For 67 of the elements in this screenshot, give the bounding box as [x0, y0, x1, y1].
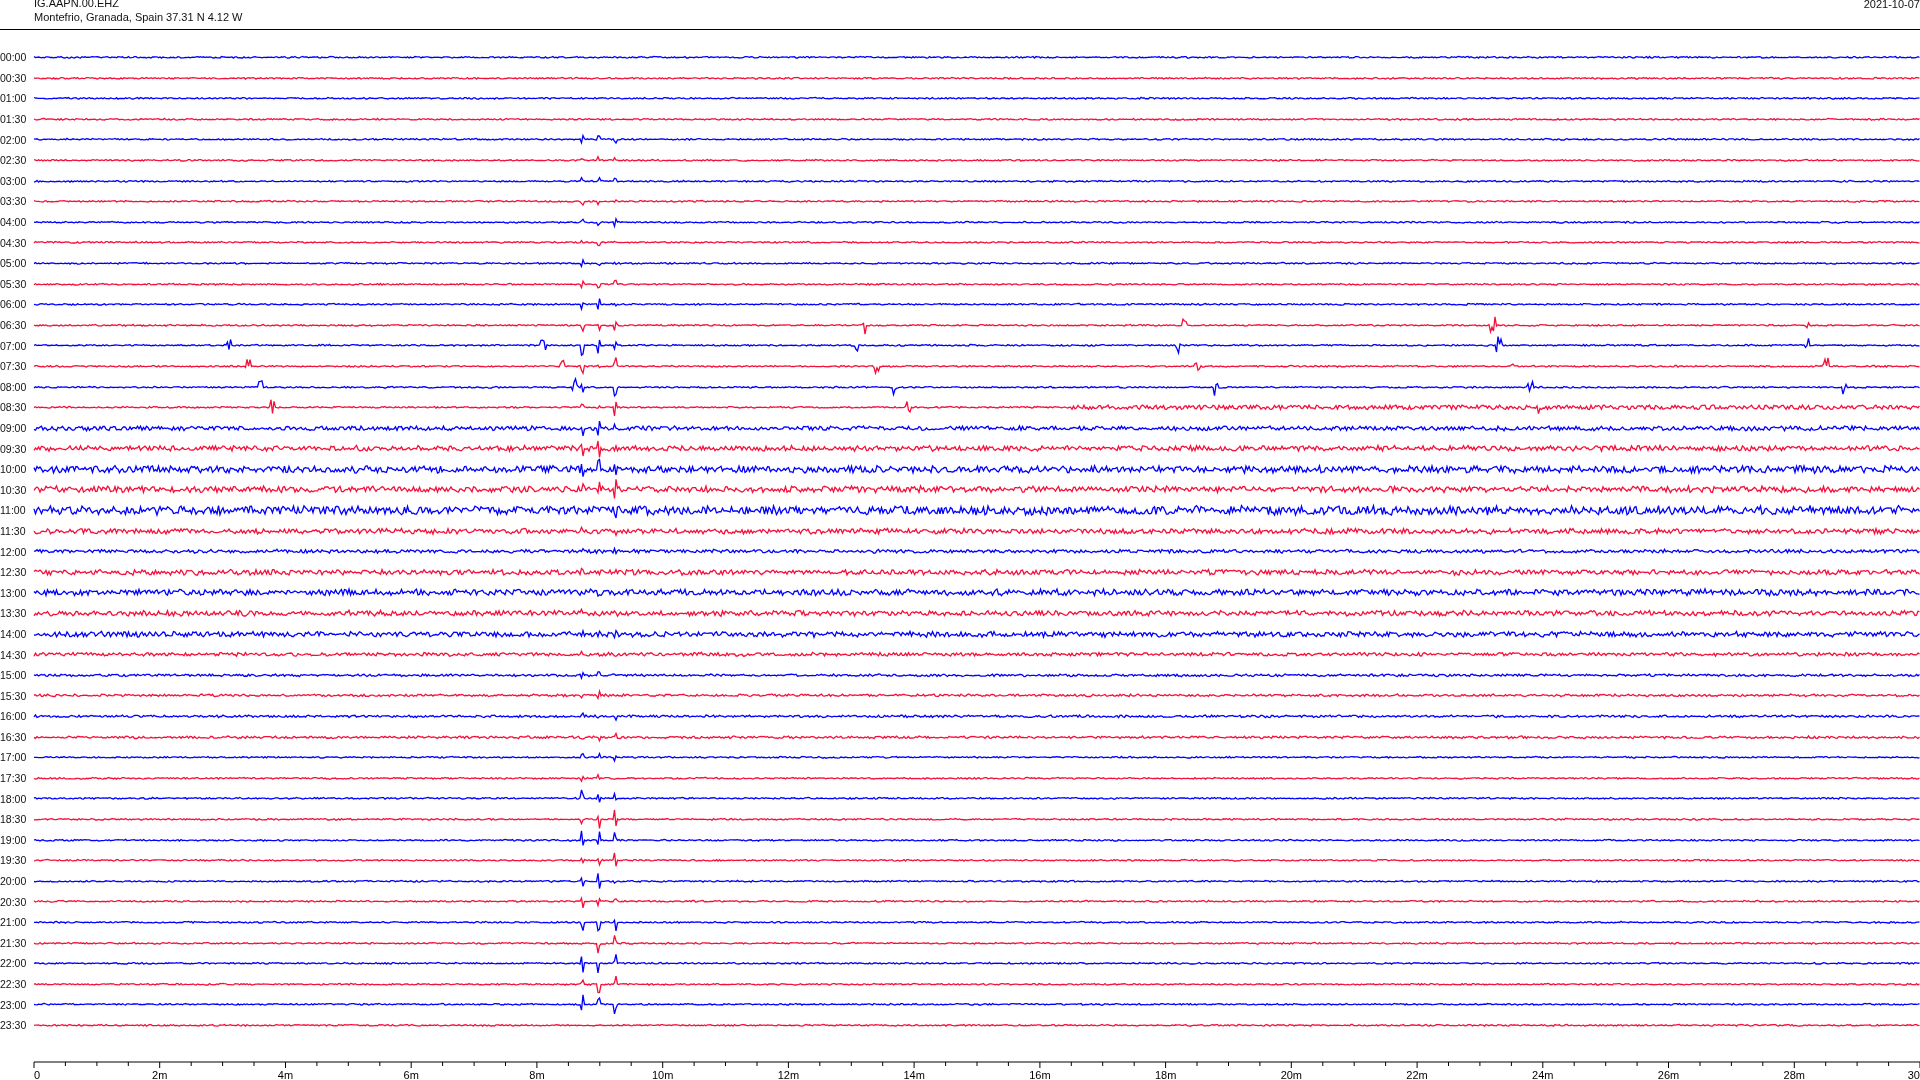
time-label: 18:30 — [0, 813, 28, 826]
plot-date: 2021-10-07 — [1863, 0, 1920, 12]
time-label: 17:00 — [0, 751, 28, 764]
time-label: 09:00 — [0, 422, 28, 434]
time-label: 01:30 — [0, 113, 28, 126]
axis-tick-label: 24m — [1532, 1069, 1554, 1080]
axis-tick-label: 22m — [1406, 1069, 1428, 1080]
time-label: 20:30 — [0, 895, 28, 908]
time-label: 19:30 — [0, 854, 28, 867]
axis-tick-label: 10m — [651, 1069, 674, 1080]
time-label: 03:00 — [0, 174, 28, 187]
axis-tick-label: 26m — [1657, 1069, 1680, 1080]
station-code: IG.AAPN.00.EHZ — [34, 0, 120, 10]
time-label: 05:30 — [0, 277, 28, 290]
time-label: 19:00 — [0, 833, 28, 846]
time-label: 06:00 — [0, 298, 28, 311]
time-label: 15:30 — [0, 689, 28, 702]
time-label: 23:30 — [0, 1019, 28, 1032]
time-label: 05:00 — [0, 257, 28, 270]
time-label: 16:00 — [0, 710, 28, 723]
time-label: 21:00 — [0, 916, 28, 929]
time-label: 16:30 — [0, 730, 28, 743]
time-label: 21:30 — [0, 936, 28, 949]
axis-tick-label: 30 — [1907, 1069, 1920, 1080]
time-label: 00:00 — [0, 51, 28, 64]
time-label: 17:30 — [0, 772, 28, 785]
axis-tick-label: 6m — [403, 1069, 419, 1080]
time-label: 02:00 — [0, 133, 28, 146]
time-label: 10:00 — [0, 463, 28, 476]
time-label: 10:30 — [0, 483, 28, 496]
time-label: 23:00 — [0, 998, 28, 1011]
station-location: Montefrio, Granada, Spain 37.31 N 4.12 W — [34, 10, 243, 24]
axis-tick-label: 20m — [1280, 1069, 1303, 1080]
time-label: 22:30 — [0, 978, 28, 990]
time-label: 03:30 — [0, 195, 28, 208]
axis-tick-label: 12m — [777, 1069, 800, 1080]
time-label: 22:00 — [0, 957, 28, 970]
time-label: 02:30 — [0, 154, 28, 167]
time-label: 18:00 — [0, 792, 28, 805]
time-label: 14:00 — [0, 627, 28, 640]
time-label: 13:00 — [0, 586, 28, 599]
time-label: 12:30 — [0, 566, 28, 579]
time-label: 11:00 — [0, 504, 27, 517]
axis-tick-label: 28m — [1783, 1069, 1805, 1080]
time-label: 08:30 — [0, 401, 28, 414]
time-label: 04:00 — [0, 216, 28, 229]
time-label: 14:30 — [0, 648, 28, 661]
time-label: 09:30 — [0, 442, 28, 455]
time-label: 13:30 — [0, 607, 28, 620]
time-label: 07:00 — [0, 339, 28, 352]
axis-tick-label: 18m — [1154, 1069, 1177, 1080]
axis-tick-label: 8m — [529, 1069, 545, 1080]
axis-tick-label: 16m — [1029, 1069, 1051, 1080]
time-label: 15:00 — [0, 669, 28, 682]
time-label: 08:00 — [0, 380, 28, 393]
time-label: 12:00 — [0, 545, 28, 558]
time-label: 04:30 — [0, 236, 28, 249]
axis-tick-label: 0 — [34, 1069, 41, 1080]
axis-tick-label: 2m — [152, 1069, 168, 1080]
time-label: 01:00 — [0, 92, 28, 105]
time-label: 06:30 — [0, 319, 28, 331]
time-label: 20:00 — [0, 875, 28, 888]
axis-tick-label: 14m — [903, 1069, 925, 1080]
time-label: 11:30 — [0, 524, 27, 537]
axis-tick-label: 4m — [277, 1069, 294, 1080]
time-label: 00:30 — [0, 71, 28, 84]
time-label: 07:30 — [0, 360, 28, 373]
